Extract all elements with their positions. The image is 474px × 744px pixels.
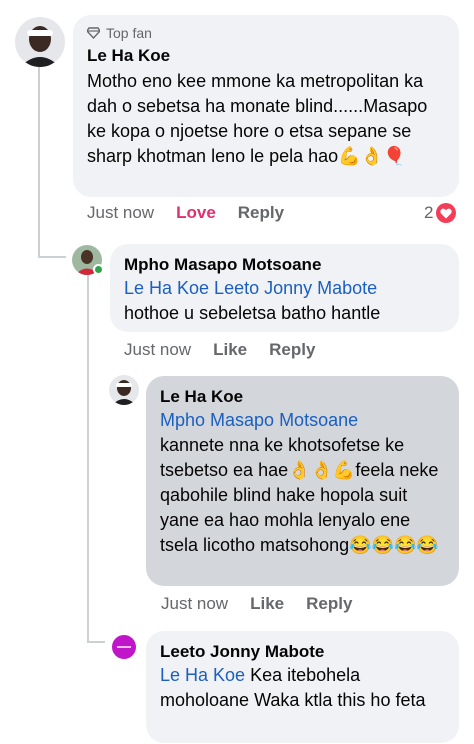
thread-line xyxy=(38,66,40,258)
reply-button[interactable]: Reply xyxy=(306,594,352,614)
badge-label: Top fan xyxy=(106,25,152,41)
comment-bubble[interactable]: Top fan Le Ha Koe Motho eno kee mmone ka… xyxy=(73,15,459,197)
mention-tag[interactable]: Le Ha Koe Leeto Jonny Mabote xyxy=(124,276,445,301)
like-button[interactable]: Like xyxy=(213,340,247,360)
diamond-icon xyxy=(87,27,100,39)
comment-bubble[interactable]: Le Ha Koe Mpho Masapo Motsoane kannete n… xyxy=(146,376,459,586)
comment-author[interactable]: Mpho Masapo Motsoane xyxy=(124,254,445,276)
comment-actions: Just now Like Reply xyxy=(161,594,374,614)
comment-author[interactable]: Leeto Jonny Mabote xyxy=(160,641,445,663)
top-fan-badge: Top fan xyxy=(87,25,445,41)
avatar[interactable] xyxy=(109,375,139,405)
profile-photo-icon xyxy=(109,375,139,405)
comment-text-row: Le Ha Koe Kea itebohela moholoane Waka k… xyxy=(160,663,445,713)
comment-text: Motho eno kee mmone ka metropolitan ka d… xyxy=(87,71,428,166)
reply-button[interactable]: Reply xyxy=(269,340,315,360)
like-button[interactable]: Like xyxy=(250,594,284,614)
comment-author[interactable]: Le Ha Koe xyxy=(87,45,445,67)
comment-bubble[interactable]: Mpho Masapo Motsoane Le Ha Koe Leeto Jon… xyxy=(110,244,459,332)
thread-line xyxy=(87,275,89,643)
thread-line xyxy=(87,641,105,643)
mention-tag[interactable]: Mpho Masapo Motsoane xyxy=(160,408,445,433)
reaction-count[interactable]: 2 xyxy=(424,203,457,223)
timestamp: Just now xyxy=(124,340,192,359)
profile-photo-icon xyxy=(109,631,139,661)
reaction-count-number: 2 xyxy=(424,203,434,222)
thread-line xyxy=(38,256,66,258)
timestamp: Just now xyxy=(87,203,155,222)
reply-button[interactable]: Reply xyxy=(238,203,284,223)
comment-text: hothoe u sebeletsa batho hantle xyxy=(124,303,381,323)
comment-actions: Just now Like Reply xyxy=(124,340,337,360)
avatar[interactable] xyxy=(15,17,65,67)
profile-photo-icon xyxy=(15,17,65,67)
online-status-icon xyxy=(93,264,104,275)
comment-author[interactable]: Le Ha Koe xyxy=(160,386,445,408)
comment-actions: Just now Love Reply xyxy=(87,203,306,223)
heart-icon xyxy=(436,203,457,223)
love-reaction-button[interactable]: Love xyxy=(176,203,216,223)
comment-bubble[interactable]: Leeto Jonny Mabote Le Ha Koe Kea itebohe… xyxy=(146,631,459,743)
avatar[interactable] xyxy=(109,631,139,661)
comment-text: kannete nna ke khotsofetse ke tsebetso e… xyxy=(160,435,439,555)
timestamp: Just now xyxy=(161,594,229,613)
mention-tag[interactable]: Le Ha Koe xyxy=(160,665,245,685)
